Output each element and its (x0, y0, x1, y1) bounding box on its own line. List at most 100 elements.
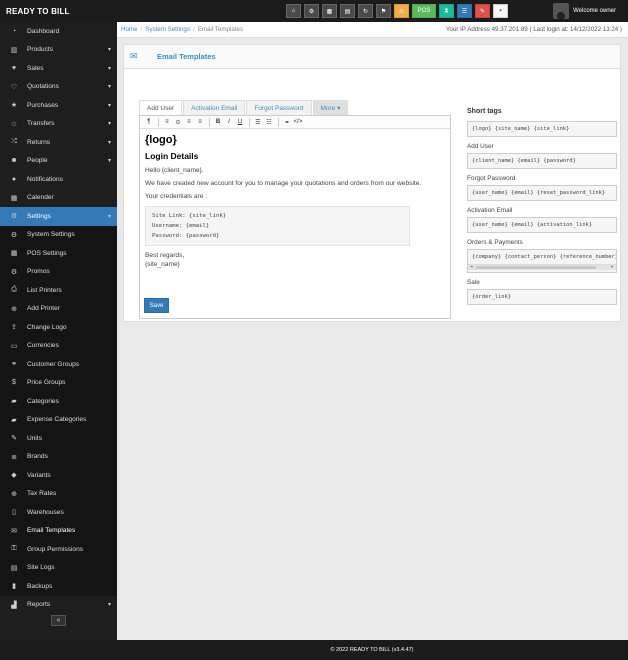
page-title: Email Templates (157, 52, 216, 61)
editor-content[interactable]: {logo} Login Details Hello {client_name}… (140, 129, 450, 272)
tab-add-user[interactable]: Add User (139, 100, 183, 115)
sidebar-item-label: Add Printer (27, 305, 60, 313)
calendar-icon: ▦ (10, 194, 18, 202)
pos-button[interactable]: POS (412, 4, 436, 18)
save-button[interactable]: Save (144, 298, 169, 313)
sidebar-item-label: Purchases (27, 101, 59, 109)
bullet-list-icon[interactable]: ☰ (253, 117, 263, 127)
sidebar-item-promos[interactable]: ⚙ Promos (0, 262, 117, 281)
bold-button[interactable]: B (213, 117, 223, 127)
users-icon: ☻ (10, 157, 18, 165)
gear-icon[interactable]: ⚙ (304, 4, 319, 18)
sidebar-item-expense-categories[interactable]: ▰ Expense Categories (0, 410, 117, 429)
sidebar-item-currencies[interactable]: ▭ Currencies (0, 336, 117, 355)
sidebar-item-notifications[interactable]: ● Notifications (0, 170, 117, 189)
email-templates-panel: ✉ Email Templates Add User Activation Em… (123, 44, 621, 322)
avatar (553, 3, 570, 19)
eye-icon[interactable]: ⊙ (173, 117, 183, 127)
home-icon[interactable]: ⌂ (286, 4, 301, 18)
underline-button[interactable]: U (235, 117, 245, 127)
align-justify-icon[interactable]: ≡ (195, 117, 205, 127)
sidebar-item-label: Customer Groups (27, 360, 80, 368)
envelope-icon: ✉ (11, 527, 17, 535)
list-icon[interactable]: ☰ (457, 4, 472, 18)
top-navbar: READY TO BILL ⌂ ⚙ ▦ ▤ ↻ ⚑ ⚠ POS ⧗ ☰ ✎ ▪ … (0, 0, 628, 22)
hourglass-icon[interactable]: ⧗ (439, 4, 454, 18)
warning-icon[interactable]: ⚠ (394, 4, 409, 18)
email-intro: We have created new account for you to m… (145, 180, 422, 187)
breadcrumb-home[interactable]: Home (121, 26, 138, 33)
tab-activation-email[interactable]: Activation Email (183, 100, 246, 115)
refresh-icon[interactable]: ↻ (358, 4, 373, 18)
calendar-icon[interactable]: ▤ (340, 4, 355, 18)
sidebar-item-settings[interactable]: ⚙ Settings ▾ (0, 207, 117, 226)
sidebar-item-brands[interactable]: ≣ Brands (0, 447, 117, 466)
rich-text-editor[interactable]: ¶ ≡ ⊙ ≡ ≡ B I U ☰ ☷ ⚭ </> {logo} Login D… (139, 115, 451, 319)
sidebar-item-label: Warehouses (27, 508, 64, 516)
sidebar-item-quotations[interactable]: ♡ Quotations ▾ (0, 78, 117, 97)
code-view-icon[interactable]: </> (293, 117, 303, 127)
tags-box-common: {logo} {site_name} {site_link} (467, 121, 617, 137)
scroll-right-icon[interactable]: ▸ (611, 264, 614, 270)
money-icon: ▭ (10, 342, 18, 350)
paragraph-icon[interactable]: ¶ (144, 117, 154, 127)
sidebar-item-label: Calender (27, 194, 54, 202)
align-right-icon[interactable]: ≡ (184, 117, 194, 127)
link-icon[interactable]: ⚭ (282, 117, 292, 127)
tags-label-sale: Sale (467, 279, 480, 286)
sidebar-item-dashboard[interactable]: ◔ Dashboard (0, 22, 117, 41)
sidebar-item-backups[interactable]: ▮ Backups (0, 577, 117, 596)
sidebar-item-categories[interactable]: ▰ Categories (0, 392, 117, 411)
sidebar-item-customer-groups[interactable]: ⚭ Customer Groups (0, 355, 117, 374)
tab-forgot-password[interactable]: Forgot Password (246, 100, 312, 115)
sidebar-item-price-groups[interactable]: $ Price Groups (0, 373, 117, 392)
horizontal-scrollbar[interactable]: ◂ ▸ (468, 264, 616, 270)
sidebar-item-label: Transfers (27, 120, 55, 128)
chevron-down-icon: ▾ (107, 213, 111, 220)
sidebar-item-tax-rates[interactable]: ⊕ Tax Rates (0, 484, 117, 503)
tags-box-sale: {order_link} (467, 289, 617, 305)
sidebar-item-sales[interactable]: ♥ Sales ▾ (0, 59, 117, 78)
flag-icon[interactable]: ⚑ (376, 4, 391, 18)
italic-button[interactable]: I (224, 117, 234, 127)
sidebar-item-purchases[interactable]: ★ Purchases ▾ (0, 96, 117, 115)
sidebar-item-units[interactable]: ✎ Units (0, 429, 117, 448)
sidebar-item-variants[interactable]: ◆ Variants (0, 466, 117, 485)
sidebar-item-people[interactable]: ☻ People ▾ (0, 152, 117, 171)
key-icon: ⚿ (11, 545, 17, 553)
sidebar-item-site-logs[interactable]: ▤ Site Logs (0, 558, 117, 577)
print-icon: ⎙ (11, 286, 17, 294)
user-menu[interactable]: Welcome owner (553, 3, 616, 19)
sidebar-item-add-printer[interactable]: ⊕ Add Printer (0, 299, 117, 318)
sidebar-item-calender[interactable]: ▦ Calender (0, 189, 117, 208)
plus-circle-icon: ⊕ (11, 305, 17, 313)
calculator-icon[interactable]: ▦ (322, 4, 337, 18)
tags-box-add-user: {client_name} {email} {password} (467, 153, 617, 169)
tag-icon[interactable]: ✎ (475, 4, 490, 18)
sidebar-item-transfers[interactable]: ☆ Transfers ▾ (0, 115, 117, 134)
menu-icon[interactable]: ▪ (493, 4, 508, 18)
code-line: Username: {email} (152, 223, 210, 229)
sidebar-item-list-printers[interactable]: ⎙ List Printers (0, 281, 117, 300)
sidebar-item-products[interactable]: ▥ Products ▾ (0, 41, 117, 60)
sidebar-item-reports[interactable]: ▟ Reports ▾ (0, 596, 117, 615)
sidebar-item-system-settings[interactable]: ⚙ System Settings (0, 225, 117, 244)
wrench-icon: ✎ (11, 435, 17, 443)
numbered-list-icon[interactable]: ☷ (264, 117, 274, 127)
scroll-left-icon[interactable]: ◂ (470, 264, 473, 270)
scrollbar-thumb[interactable] (476, 266, 596, 269)
brand-logo[interactable]: READY TO BILL (0, 7, 118, 16)
align-left-icon[interactable]: ≡ (162, 117, 172, 127)
sidebar-item-returns[interactable]: ⤮ Returns ▾ (0, 133, 117, 152)
double-left-icon[interactable]: « (51, 615, 66, 626)
sidebar-item-group-permissions[interactable]: ⚿ Group Permissions (0, 540, 117, 559)
sidebar-item-email-templates[interactable]: ✉ Email Templates (0, 521, 117, 540)
email-heading: Login Details (145, 151, 199, 161)
th-icon: ▦ (10, 250, 18, 258)
tab-more-dropdown[interactable]: More ▾ (312, 100, 349, 115)
sidebar-item-warehouses[interactable]: ▯ Warehouses (0, 503, 117, 522)
sidebar-item-change-logo[interactable]: ⇪ Change Logo (0, 318, 117, 337)
breadcrumb-system-settings[interactable]: System Settings (145, 26, 190, 33)
sidebar-item-label: Sales (27, 64, 44, 72)
sidebar-item-pos-settings[interactable]: ▦ POS Settings (0, 244, 117, 263)
